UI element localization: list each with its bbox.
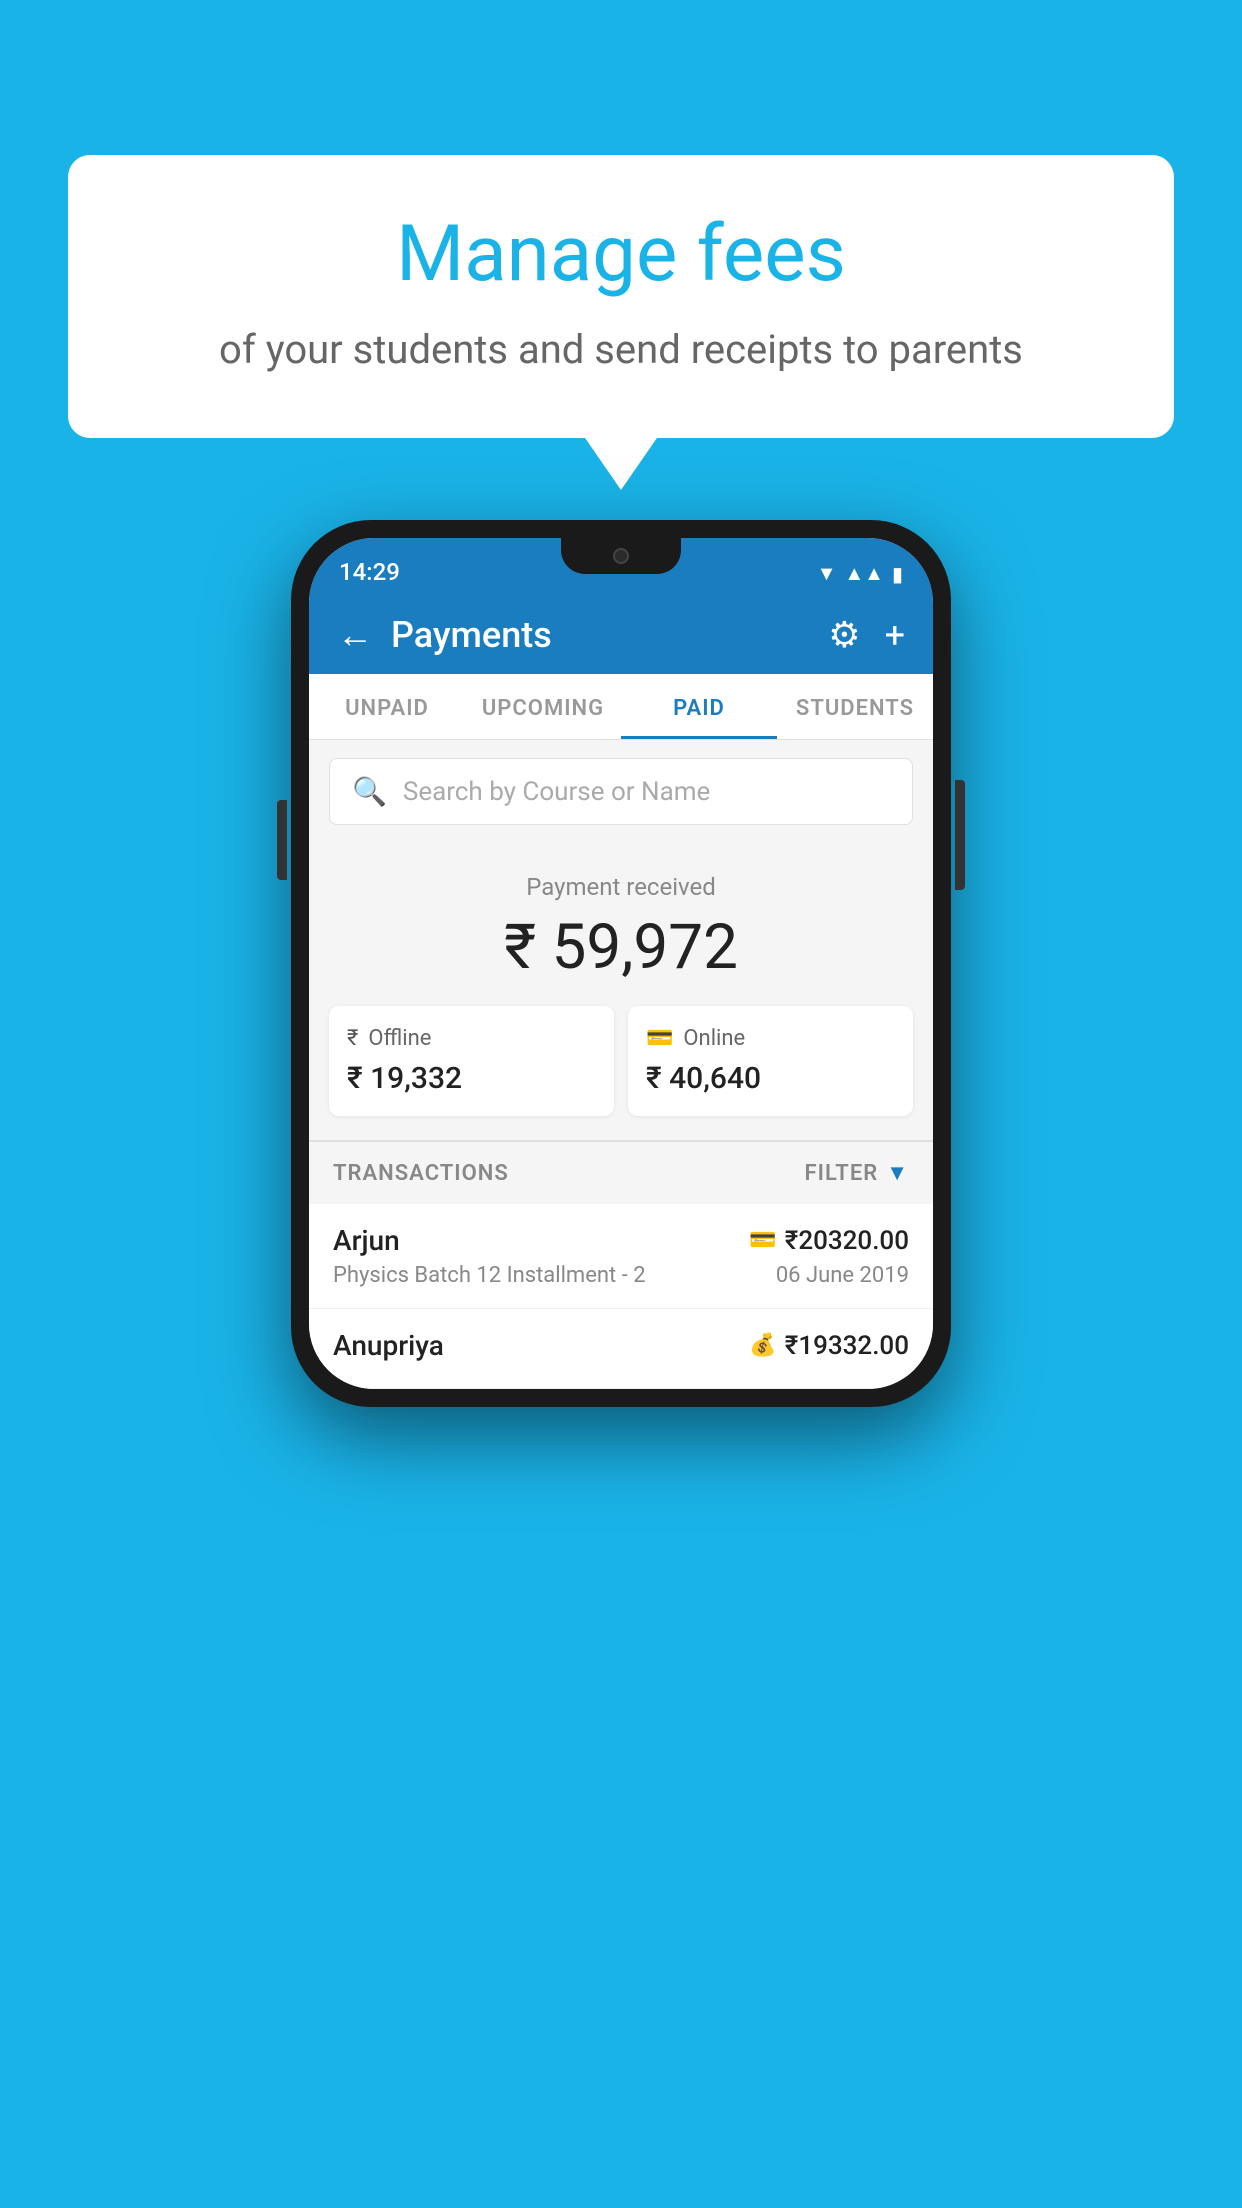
tab-students[interactable]: STUDENTS: [777, 674, 933, 739]
filter-button[interactable]: FILTER ▼: [805, 1160, 909, 1186]
payment-cards: ₹ Offline ₹ 19,332 💳 Online ₹ 40,640: [329, 1006, 913, 1116]
payment-label: Payment received: [329, 873, 913, 901]
search-placeholder: Search by Course or Name: [403, 777, 710, 807]
search-icon: 🔍: [352, 775, 387, 808]
phone-notch: [561, 538, 681, 574]
search-container: 🔍 Search by Course or Name: [309, 740, 933, 843]
phone-inner: 14:29 ▼ ▲▲ ▮ ← Payments ⚙ +: [309, 538, 933, 1389]
status-icons: ▼ ▲▲ ▮: [817, 561, 903, 586]
filter-icon: ▼: [886, 1160, 909, 1186]
payment-received-section: Payment received ₹ 59,972 ₹ Offline ₹ 19…: [309, 843, 933, 1141]
offline-card-header: ₹ Offline: [347, 1026, 596, 1051]
battery-icon: ▮: [892, 562, 903, 586]
payment-total-amount: ₹ 59,972: [329, 911, 913, 984]
online-card-header: 💳 Online: [646, 1026, 895, 1051]
offline-label: Offline: [368, 1026, 431, 1051]
offline-card: ₹ Offline ₹ 19,332: [329, 1006, 614, 1116]
wifi-icon: ▼: [817, 561, 837, 586]
credit-card-icon: 💳: [646, 1026, 673, 1051]
transaction-amount: 💳 ₹20320.00: [749, 1226, 909, 1256]
page-title: Payments: [391, 614, 552, 656]
bubble-title: Manage fees: [128, 210, 1114, 300]
speech-bubble: Manage fees of your students and send re…: [68, 155, 1174, 438]
course-name: Physics Batch 12 Installment - 2: [333, 1263, 646, 1288]
phone-mockup: 14:29 ▼ ▲▲ ▮ ← Payments ⚙ +: [291, 520, 951, 1407]
offline-amount: ₹ 19,332: [347, 1061, 596, 1096]
card-icon: 💳: [749, 1228, 776, 1253]
student-name: Anupriya: [333, 1329, 444, 1362]
filter-label: FILTER: [805, 1161, 879, 1186]
online-amount: ₹ 40,640: [646, 1061, 895, 1096]
transaction-top-row: Arjun 💳 ₹20320.00: [333, 1224, 909, 1257]
camera: [613, 548, 629, 564]
signal-icon: ▲▲: [844, 561, 884, 586]
status-time: 14:29: [339, 558, 400, 586]
student-name: Arjun: [333, 1224, 400, 1257]
online-card: 💳 Online ₹ 40,640: [628, 1006, 913, 1116]
rupee-box-icon: 💰: [749, 1333, 776, 1358]
phone-outer: 14:29 ▼ ▲▲ ▮ ← Payments ⚙ +: [291, 520, 951, 1407]
header-right: ⚙ +: [828, 614, 905, 656]
back-button[interactable]: ←: [337, 614, 373, 656]
app-header: ← Payments ⚙ +: [309, 596, 933, 674]
transaction-amount: 💰 ₹19332.00: [749, 1331, 909, 1361]
search-bar[interactable]: 🔍 Search by Course or Name: [329, 758, 913, 825]
transactions-label: TRANSACTIONS: [333, 1161, 509, 1186]
transaction-top-row: Anupriya 💰 ₹19332.00: [333, 1329, 909, 1362]
transaction-bottom-row: Physics Batch 12 Installment - 2 06 June…: [333, 1263, 909, 1288]
table-row[interactable]: Arjun 💳 ₹20320.00 Physics Batch 12 Insta…: [309, 1204, 933, 1309]
online-label: Online: [683, 1026, 745, 1051]
table-row[interactable]: Anupriya 💰 ₹19332.00: [309, 1309, 933, 1389]
tabs-container: UNPAID UPCOMING PAID STUDENTS: [309, 674, 933, 740]
tab-paid[interactable]: PAID: [621, 674, 777, 739]
tab-unpaid[interactable]: UNPAID: [309, 674, 465, 739]
header-left: ← Payments: [337, 614, 552, 656]
add-button[interactable]: +: [885, 614, 905, 656]
settings-icon[interactable]: ⚙: [828, 614, 860, 656]
tab-upcoming[interactable]: UPCOMING: [465, 674, 621, 739]
speech-bubble-container: Manage fees of your students and send re…: [68, 155, 1174, 438]
transaction-date: 06 June 2019: [776, 1263, 909, 1288]
rupee-note-icon: ₹: [347, 1026, 358, 1051]
transactions-header: TRANSACTIONS FILTER ▼: [309, 1141, 933, 1204]
bubble-subtitle: of your students and send receipts to pa…: [128, 322, 1114, 378]
